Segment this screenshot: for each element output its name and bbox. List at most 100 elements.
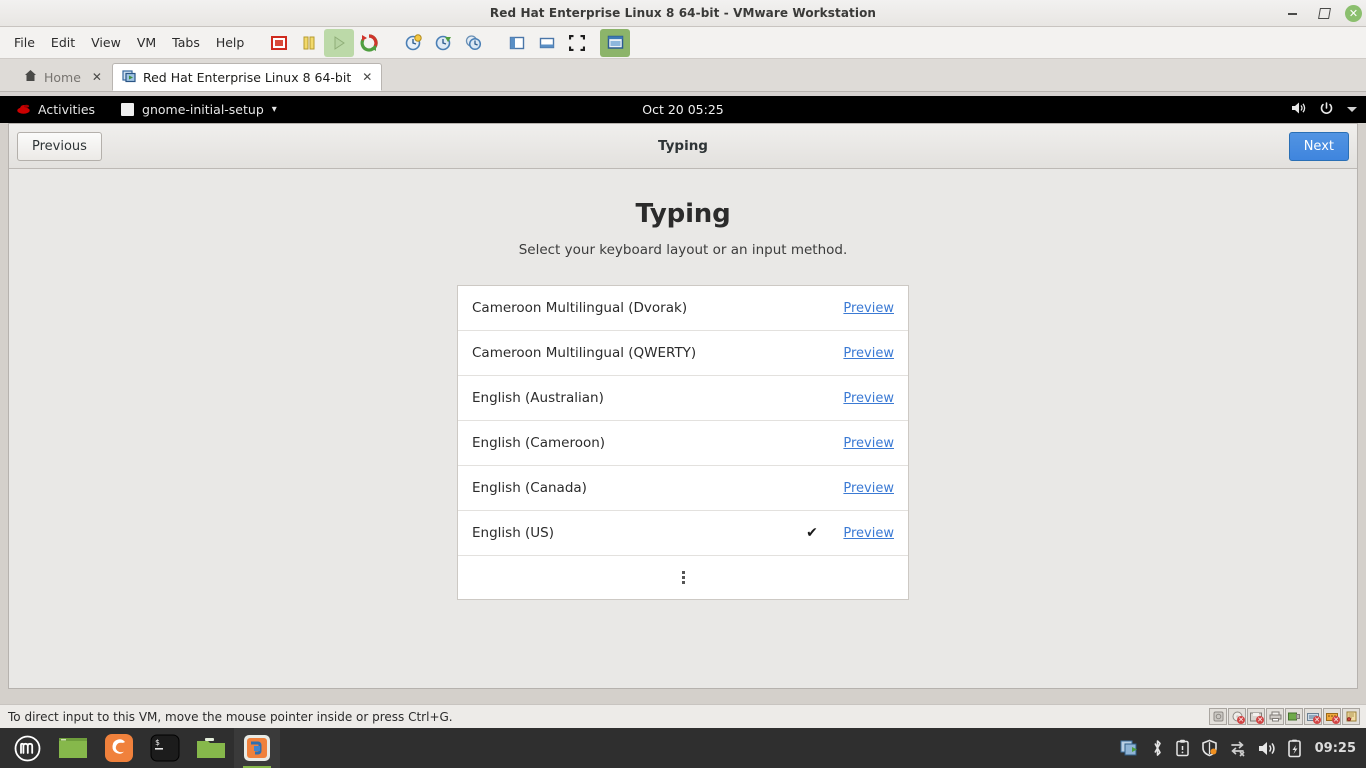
selected-check-icon: ✔ <box>806 525 818 541</box>
vmware-workstation-window-button[interactable] <box>234 728 280 768</box>
preview-link[interactable]: Preview <box>832 481 894 496</box>
setup-header-bar: Previous Typing Next <box>9 124 1357 169</box>
network-adapter-device-icon[interactable] <box>1285 708 1303 725</box>
preview-link[interactable]: Preview <box>832 346 894 361</box>
app-menu-chevron-down-icon: ▾ <box>271 104 277 115</box>
menu-file[interactable]: File <box>6 31 43 54</box>
minimize-icon[interactable] <box>1281 3 1303 25</box>
preview-link[interactable]: Preview <box>832 436 894 451</box>
menu-help[interactable]: Help <box>208 31 253 54</box>
previous-button[interactable]: Previous <box>17 131 102 161</box>
status-message: To direct input to this VM, move the mou… <box>8 709 453 724</box>
gnome-initial-setup-window: Previous Typing Next Typing Select your … <box>8 123 1358 689</box>
taskbar-clock[interactable]: 09:25 <box>1315 741 1356 756</box>
snapshot-take-icon[interactable] <box>398 29 428 57</box>
tab-rhel-vm-label: Red Hat Enterprise Linux 8 64-bit <box>142 69 352 85</box>
menu-view[interactable]: View <box>83 31 129 54</box>
next-button[interactable]: Next <box>1288 131 1349 161</box>
mint-system-tray: 09:25 <box>1120 739 1366 758</box>
layout-name: English (Australian) <box>472 390 604 406</box>
volume-icon[interactable] <box>1291 101 1307 118</box>
window-title: Red Hat Enterprise Linux 8 64-bit - VMwa… <box>489 6 877 20</box>
mint-menu-button[interactable] <box>4 728 50 768</box>
show-thumbnails-icon[interactable] <box>532 29 562 57</box>
floppy-device-icon[interactable]: ✕ <box>1247 708 1265 725</box>
network-tray-icon[interactable] <box>1229 739 1247 757</box>
list-item[interactable]: English (Canada) Preview <box>458 466 908 511</box>
clipboard-tray-icon[interactable] <box>1175 739 1190 757</box>
unity-mode-icon[interactable] <box>600 28 631 57</box>
power-off-vm-icon[interactable] <box>264 29 294 57</box>
chevron-down-icon[interactable] <box>1346 102 1358 117</box>
battery-tray-icon[interactable] <box>1287 739 1302 758</box>
vmware-tab-strip: Home ✕ Red Hat Enterprise Linux 8 64-bit… <box>0 59 1366 92</box>
page-subtitle: Select your keyboard layout or an input … <box>518 242 848 258</box>
usb-device-icon[interactable]: ✕ <box>1304 708 1322 725</box>
close-icon[interactable]: ✕ <box>1345 5 1362 22</box>
volume-tray-icon[interactable] <box>1258 740 1276 757</box>
show-desktop-button[interactable] <box>50 728 96 768</box>
app-window-icon <box>121 103 135 116</box>
fullscreen-icon[interactable] <box>562 29 592 57</box>
power-icon[interactable] <box>1319 101 1334 119</box>
printer-device-icon[interactable] <box>1266 708 1284 725</box>
bluetooth-tray-icon[interactable] <box>1151 739 1164 757</box>
app-menu-button[interactable]: gnome-initial-setup ▾ <box>113 99 285 120</box>
mint-taskbar: $ 09:25 <box>0 728 1366 768</box>
show-library-icon[interactable] <box>502 29 532 57</box>
vmware-tray-icon[interactable] <box>1120 739 1140 757</box>
setup-body: Typing Select your keyboard layout or an… <box>9 169 1357 688</box>
app-menu-label: gnome-initial-setup <box>142 102 264 117</box>
svg-text:$: $ <box>155 738 160 747</box>
update-manager-tray-icon[interactable] <box>1201 739 1218 757</box>
vmware-toolbar <box>264 28 631 57</box>
more-layouts-button[interactable] <box>458 556 908 599</box>
activities-button[interactable]: Activities <box>8 99 103 121</box>
terminal-launcher[interactable]: $ <box>142 728 188 768</box>
layout-name: Cameroon Multilingual (Dvorak) <box>472 300 688 316</box>
list-item[interactable]: Cameroon Multilingual (QWERTY) Preview <box>458 331 908 376</box>
menu-edit[interactable]: Edit <box>43 31 83 54</box>
gnome-clock-label[interactable]: Oct 20 05:25 <box>642 102 724 117</box>
list-item[interactable]: Cameroon Multilingual (Dvorak) Preview <box>458 286 908 331</box>
suspend-vm-icon[interactable] <box>294 29 324 57</box>
menu-vm[interactable]: VM <box>129 31 164 54</box>
hard-disk-device-icon[interactable] <box>1209 708 1227 725</box>
vmware-title-bar: Red Hat Enterprise Linux 8 64-bit - VMwa… <box>0 0 1366 27</box>
sound-card-device-icon[interactable]: ✕ <box>1323 708 1341 725</box>
list-item[interactable]: English (Cameroon) Preview <box>458 421 908 466</box>
tab-home-label: Home <box>44 69 81 85</box>
preview-link[interactable]: Preview <box>832 301 894 316</box>
files-launcher[interactable] <box>188 728 234 768</box>
device-disconnected-badge: ✕ <box>1332 716 1340 724</box>
preview-link[interactable]: Preview <box>832 526 894 541</box>
page-title: Typing <box>635 199 731 229</box>
cd-dvd-device-icon[interactable]: ✕ <box>1228 708 1246 725</box>
vm-guest-viewport[interactable]: Activities gnome-initial-setup ▾ Oct 20 … <box>0 96 1366 704</box>
list-item[interactable]: English (Australian) Preview <box>458 376 908 421</box>
tab-rhel-vm[interactable]: Red Hat Enterprise Linux 8 64-bit ✕ <box>111 63 383 91</box>
menu-tabs[interactable]: Tabs <box>164 31 208 54</box>
restart-vm-icon[interactable] <box>354 29 384 57</box>
restore-icon[interactable] <box>1313 3 1335 25</box>
gnome-system-menu[interactable] <box>1291 96 1358 123</box>
layout-name: English (Canada) <box>472 480 587 496</box>
activities-label: Activities <box>38 102 96 117</box>
snapshot-revert-icon[interactable] <box>428 29 458 57</box>
window-controls: ✕ <box>1281 0 1362 27</box>
play-vm-icon[interactable] <box>324 28 355 57</box>
redhat-logo-icon <box>16 102 31 118</box>
snapshot-manager-icon[interactable] <box>458 29 488 57</box>
firefox-launcher[interactable] <box>96 728 142 768</box>
vmware-status-bar: To direct input to this VM, move the mou… <box>0 704 1366 728</box>
tab-home[interactable]: Home ✕ <box>14 63 112 91</box>
vm-device-icons: ✕ ✕ ✕ ✕ <box>1209 708 1362 725</box>
home-icon <box>24 69 37 85</box>
vm-icon <box>122 69 136 86</box>
preview-link[interactable]: Preview <box>832 391 894 406</box>
tab-home-close-icon[interactable]: ✕ <box>92 70 102 84</box>
tab-rhel-vm-close-icon[interactable]: ✕ <box>362 70 372 84</box>
layout-name: Cameroon Multilingual (QWERTY) <box>472 345 697 361</box>
list-item[interactable]: English (US) ✔ Preview <box>458 511 908 556</box>
display-settings-icon[interactable] <box>1342 708 1360 725</box>
